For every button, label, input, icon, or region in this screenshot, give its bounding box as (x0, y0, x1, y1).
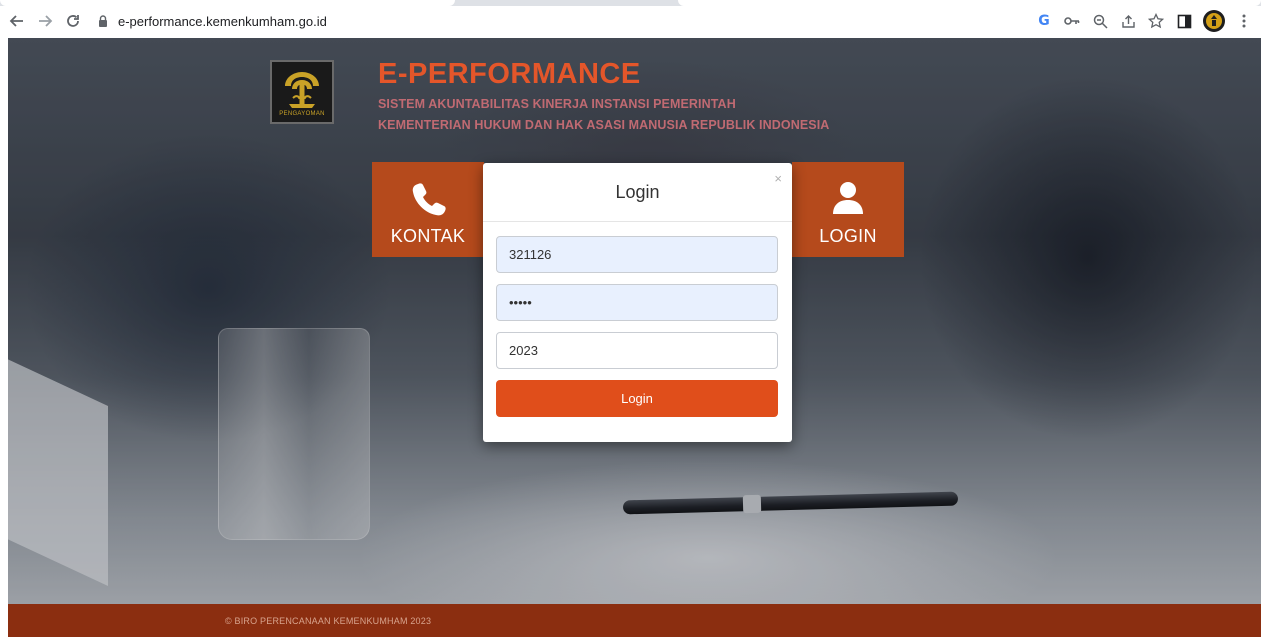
key-icon[interactable] (1063, 12, 1081, 30)
page-footer: © BIRO PERENCANAAN KEMENKUMHAM 2023 (8, 604, 1261, 637)
reload-button[interactable] (62, 10, 84, 32)
logo-text: PENGAYOMAN (279, 110, 325, 117)
login-tile[interactable]: LOGIN (792, 162, 904, 257)
modal-body: Login (483, 222, 792, 417)
phone-icon (412, 183, 446, 216)
login-tile-label: LOGIN (819, 226, 877, 246)
browser-actions: G (1035, 6, 1253, 36)
browser-toolbar: e-performance.kemenkumham.go.id G (0, 6, 1261, 36)
kontak-tile[interactable]: KONTAK (372, 162, 484, 257)
username-input[interactable] (496, 236, 778, 273)
back-button[interactable] (6, 10, 28, 32)
login-modal: × Login Login (483, 163, 792, 442)
login-submit-button[interactable]: Login (496, 380, 778, 417)
kontak-label: KONTAK (390, 226, 466, 246)
reload-icon (67, 15, 79, 27)
agency-logo: PENGAYOMAN (270, 60, 334, 124)
url-text: e-performance.kemenkumham.go.id (118, 13, 327, 29)
year-input[interactable] (496, 332, 778, 369)
page-title: E-PERFORMANCE (378, 58, 641, 90)
lock-icon (99, 15, 107, 27)
menu-icon[interactable] (1235, 12, 1253, 30)
star-icon[interactable] (1147, 12, 1165, 30)
page-background: PENGAYOMAN E-PERFORMANCE SISTEM AKUNTABI… (8, 38, 1261, 604)
zoom-icon[interactable] (1091, 12, 1109, 30)
address-bar[interactable]: e-performance.kemenkumham.go.id (96, 9, 327, 33)
page-subtitle-1: SISTEM AKUNTABILITAS KINERJA INSTANSI PE… (378, 97, 736, 111)
close-icon[interactable]: × (774, 171, 782, 186)
modal-title: Login (483, 163, 792, 222)
side-panel-icon[interactable] (1175, 12, 1193, 30)
avatar-emblem-icon (1206, 13, 1222, 29)
footer-text: © BIRO PERENCANAAN KEMENKUMHAM 2023 (225, 615, 432, 626)
arrow-left-icon (9, 15, 23, 27)
user-icon (833, 182, 863, 214)
share-icon[interactable] (1119, 12, 1137, 30)
forward-button[interactable] (34, 10, 56, 32)
arrow-right-icon (39, 15, 53, 27)
page-subtitle-2: KEMENTERIAN HUKUM DAN HAK ASASI MANUSIA … (378, 118, 830, 132)
password-input[interactable] (496, 284, 778, 321)
pengayoman-tree-icon (285, 71, 319, 108)
profile-avatar[interactable] (1203, 10, 1225, 32)
google-icon[interactable]: G (1035, 12, 1053, 30)
